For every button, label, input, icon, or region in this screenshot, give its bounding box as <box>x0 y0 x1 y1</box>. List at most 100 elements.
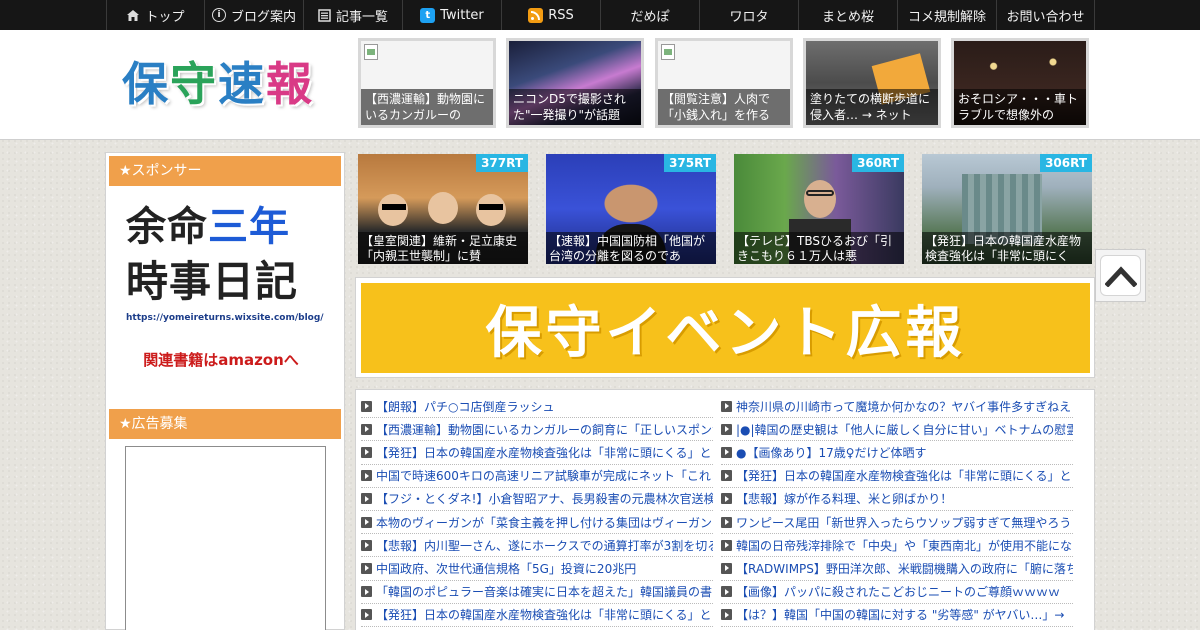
list-item-title: 【画像】パッパに殺されたこどおじニートのご尊顔ｗｗｗｗ <box>736 585 1061 600</box>
header-thumb[interactable]: ニコンD5で撮影された"一発撮り"が話題 <box>506 38 644 128</box>
site-logo[interactable]: 保守速報 <box>122 54 314 114</box>
header-thumb[interactable]: 【西濃運輸】動物園にいるカンガルーの <box>358 38 496 128</box>
list-icon <box>318 8 331 22</box>
featured-article[interactable]: 375RT 【速報】中国国防相「他国が台湾の分離を図るのであ <box>546 154 716 264</box>
list-item[interactable]: 【発狂】日本の韓国産水産物検査強化は「非常に頭にくる」と <box>361 441 713 465</box>
nav-item-twitter[interactable]: t Twitter <box>402 0 501 30</box>
home-icon <box>126 9 140 22</box>
list-item[interactable]: 本物のヴィーガンが「菜食主義を押し付ける集団はヴィーガン <box>361 511 713 535</box>
list-item[interactable]: ワンピース尾田「新世界入ったらウソップ弱すぎて無理やろう <box>721 511 1073 535</box>
retweet-count-badge: 360RT <box>852 154 904 172</box>
logo-char: 保 <box>122 57 170 111</box>
list-item-title: 神奈川県の川崎市って魔境か何かなの？ヤバイ事件多すぎねえ <box>736 399 1072 414</box>
sponsor-banner[interactable]: 余命三年 時事日記 https://yomeireturns.wixsite.c… <box>126 201 326 370</box>
list-item-title: 【発狂】日本の韓国産水産物検査強化は「非常に頭にくる」と <box>376 445 712 460</box>
nav-label: ワロタ <box>729 9 769 25</box>
nav-item-article-list[interactable]: 記事一覧 <box>303 0 402 30</box>
list-item-title: ●【画像あり】17歳♀だけど体晒す <box>736 445 927 460</box>
list-item[interactable]: 【悲報】嫁が作る料理、米と卵ばかり！ <box>721 488 1073 511</box>
arrow-right-icon <box>361 586 372 598</box>
nav-item-comment-unban[interactable]: コメ規制解除 <box>897 0 996 30</box>
nav-item-matome-sakura[interactable]: まとめ桜 <box>798 0 897 30</box>
list-item[interactable]: 【RADWIMPS】野田洋次郎、米戦闘機購入の政府に「腑に落ち <box>721 557 1073 581</box>
list-item[interactable]: 中国政府、次世代通信規格「5G」投資に20兆円 <box>361 557 713 581</box>
list-item[interactable]: ●【画像あり】17歳♀だけど体晒す <box>721 441 1073 465</box>
list-item[interactable]: |●|韓国の歴史観は「他人に厳しく自分に甘い」ベトナムの慰霊 <box>721 418 1073 442</box>
back-to-top-button[interactable] <box>1095 249 1146 302</box>
list-item-title: 【悲報】内川聖一さん、遂にホークスでの通算打率が3割を切る <box>376 538 713 553</box>
list-item-title: 【フジ・とくダネ!】小倉智昭アナ、長男殺害の元農林次官送検 <box>376 492 713 507</box>
list-item[interactable]: 【は？】韓国「中国の韓国に対する "劣等感" がヤバい…」→ <box>721 604 1073 627</box>
nav-label: コメ規制解除 <box>907 9 986 25</box>
arrow-right-icon <box>721 609 732 621</box>
top-nav: トップ i ブログ案内 記事一覧 t Twitter RSS だめぽ ワロタ ま… <box>0 0 1200 30</box>
nav-item-warota[interactable]: ワロタ <box>699 0 798 30</box>
sponsor-url: https://yomeireturns.wixsite.com/blog/ <box>126 313 324 323</box>
arrow-right-icon <box>361 562 372 574</box>
featured-article[interactable]: 360RT 【テレビ】TBSひるおび「引きこもり６１万人は悪 <box>734 154 904 264</box>
list-item-title: 中国政府、次世代通信規格「5G」投資に20兆円 <box>376 561 637 576</box>
nav-item-top[interactable]: トップ <box>106 0 204 30</box>
featured-article[interactable]: 377RT 【皇室関連】維新・足立康史「内親王世襲制」に賛 <box>358 154 528 264</box>
event-banner[interactable]: 保守イベント広報 <box>361 283 1090 373</box>
list-item[interactable]: 【発狂】日本の韓国産水産物検査強化は「非常に頭にくる」と <box>361 604 713 627</box>
list-item[interactable]: 【フジ・とくダネ!】小倉智昭アナ、長男殺害の元農林次官送検 <box>361 488 713 511</box>
nav-item-rss[interactable]: RSS <box>501 0 600 30</box>
left-sidebar: ★スポンサー 余命三年 時事日記 https://yomeireturns.wi… <box>105 152 345 630</box>
site-header: 保守速報 【西濃運輸】動物園にいるカンガルーの ニコンD5で撮影された"一発撮り… <box>0 30 1200 140</box>
list-item[interactable]: 「韓国のポピュラー音楽は確実に日本を超えた」韓国議員の書 <box>361 581 713 604</box>
nav-label: まとめ桜 <box>821 9 874 25</box>
arrow-right-icon <box>721 400 732 412</box>
list-item[interactable]: 【西濃運輸】動物園にいるカンガルーの飼育に「正しいスポンサー」 <box>361 418 713 442</box>
top-nav-inner: トップ i ブログ案内 記事一覧 t Twitter RSS だめぽ ワロタ ま… <box>106 0 1095 30</box>
thumb-caption: ニコンD5で撮影された"一発撮り"が話題 <box>509 89 641 125</box>
rss-icon <box>528 7 544 23</box>
logo-char: 速 <box>218 57 266 111</box>
ad-heading: ★広告募集 <box>109 409 341 439</box>
list-item[interactable]: 【朗報】パチ○コ店倒産ラッシュ <box>361 395 713 419</box>
arrow-right-icon <box>361 609 372 621</box>
list-item[interactable]: 中国で時速600キロの高速リニア試験車が完成にネット「これこそ <box>361 465 713 488</box>
list-item-title: 【西濃運輸】動物園にいるカンガルーの飼育に「正しいスポンサー」 <box>376 422 713 437</box>
ad-slot[interactable] <box>125 446 326 630</box>
nav-item-blog-guide[interactable]: i ブログ案内 <box>204 0 303 30</box>
header-thumb[interactable]: 【閲覧注意】人肉で「小銭入れ」を作る <box>655 38 793 128</box>
nav-label: 記事一覧 <box>335 9 388 25</box>
arrow-right-icon <box>721 586 732 598</box>
event-banner-frame: 保守イベント広報 <box>355 277 1095 378</box>
header-thumb[interactable]: 塗りたての横断歩道に侵入者… → ネット <box>803 38 941 128</box>
sponsor-heading: ★スポンサー <box>109 156 341 186</box>
broken-image-icon <box>364 44 378 60</box>
list-item-title: 【発狂】日本の韓国産水産物検査強化は「非常に頭にくる」と <box>376 608 712 623</box>
sponsor-amazon-link[interactable]: 関連書籍はamazonへ <box>126 349 316 370</box>
arrow-right-icon <box>361 470 372 482</box>
list-item-title: 【RADWIMPS】野田洋次郎、米戦闘機購入の政府に「腑に落ち <box>736 561 1073 576</box>
list-item[interactable]: 【画像】パッパに殺されたこどおじニートのご尊顔ｗｗｗｗ <box>721 581 1073 604</box>
article-list: 【朗報】パチ○コ店倒産ラッシュ 【西濃運輸】動物園にいるカンガルーの飼育に「正し… <box>355 389 1095 630</box>
retweet-count-badge: 375RT <box>664 154 716 172</box>
logo-char: 報 <box>266 57 314 111</box>
list-item-title: 韓国の日帝残滓排除で「中央」や「東西南北」が使用不能にな <box>736 538 1073 553</box>
retweet-count-badge: 306RT <box>1040 154 1092 172</box>
arrow-right-icon <box>721 423 732 435</box>
list-item-title: 【朗報】パチ○コ店倒産ラッシュ <box>376 399 555 414</box>
nav-item-damepo[interactable]: だめぽ <box>600 0 699 30</box>
list-item[interactable]: 【発狂】日本の韓国産水産物検査強化は「非常に頭にくる」と <box>721 465 1073 488</box>
list-item[interactable]: 韓国の日帝残滓排除で「中央」や「東西南北」が使用不能にな <box>721 534 1073 558</box>
list-item[interactable]: 神奈川県の川崎市って魔境か何かなの？ヤバイ事件多すぎねえ <box>721 395 1073 419</box>
list-item-title: 【悲報】嫁が作る料理、米と卵ばかり！ <box>736 492 953 507</box>
list-item-title: ワンピース尾田「新世界入ったらウソップ弱すぎて無理やろう <box>736 515 1072 530</box>
nav-label: だめぽ <box>630 9 670 25</box>
list-item[interactable]: 【悲報】内川聖一さん、遂にホークスでの通算打率が3割を切る <box>361 534 713 558</box>
featured-article[interactable]: 306RT 【発狂】日本の韓国産水産物検査強化は「非常に頭にく <box>922 154 1092 264</box>
featured-caption: 【皇室関連】維新・足立康史「内親王世襲制」に賛 <box>358 232 528 264</box>
arrow-right-icon <box>721 539 732 551</box>
header-thumb[interactable]: おそロシア・・・車トラブルで想像外の <box>951 38 1089 128</box>
nav-item-contact[interactable]: お問い合わせ <box>996 0 1095 30</box>
broken-image-icon <box>661 44 675 60</box>
info-icon: i <box>211 8 226 22</box>
nav-label: Twitter <box>440 7 484 23</box>
list-item-title: 【は？】韓国「中国の韓国に対する "劣等感" がヤバい…」→ <box>736 608 1065 623</box>
article-list-right: 神奈川県の川崎市って魔境か何かなの？ヤバイ事件多すぎねえ |●|韓国の歴史観は「… <box>721 395 1073 627</box>
nav-label: トップ <box>145 9 185 25</box>
